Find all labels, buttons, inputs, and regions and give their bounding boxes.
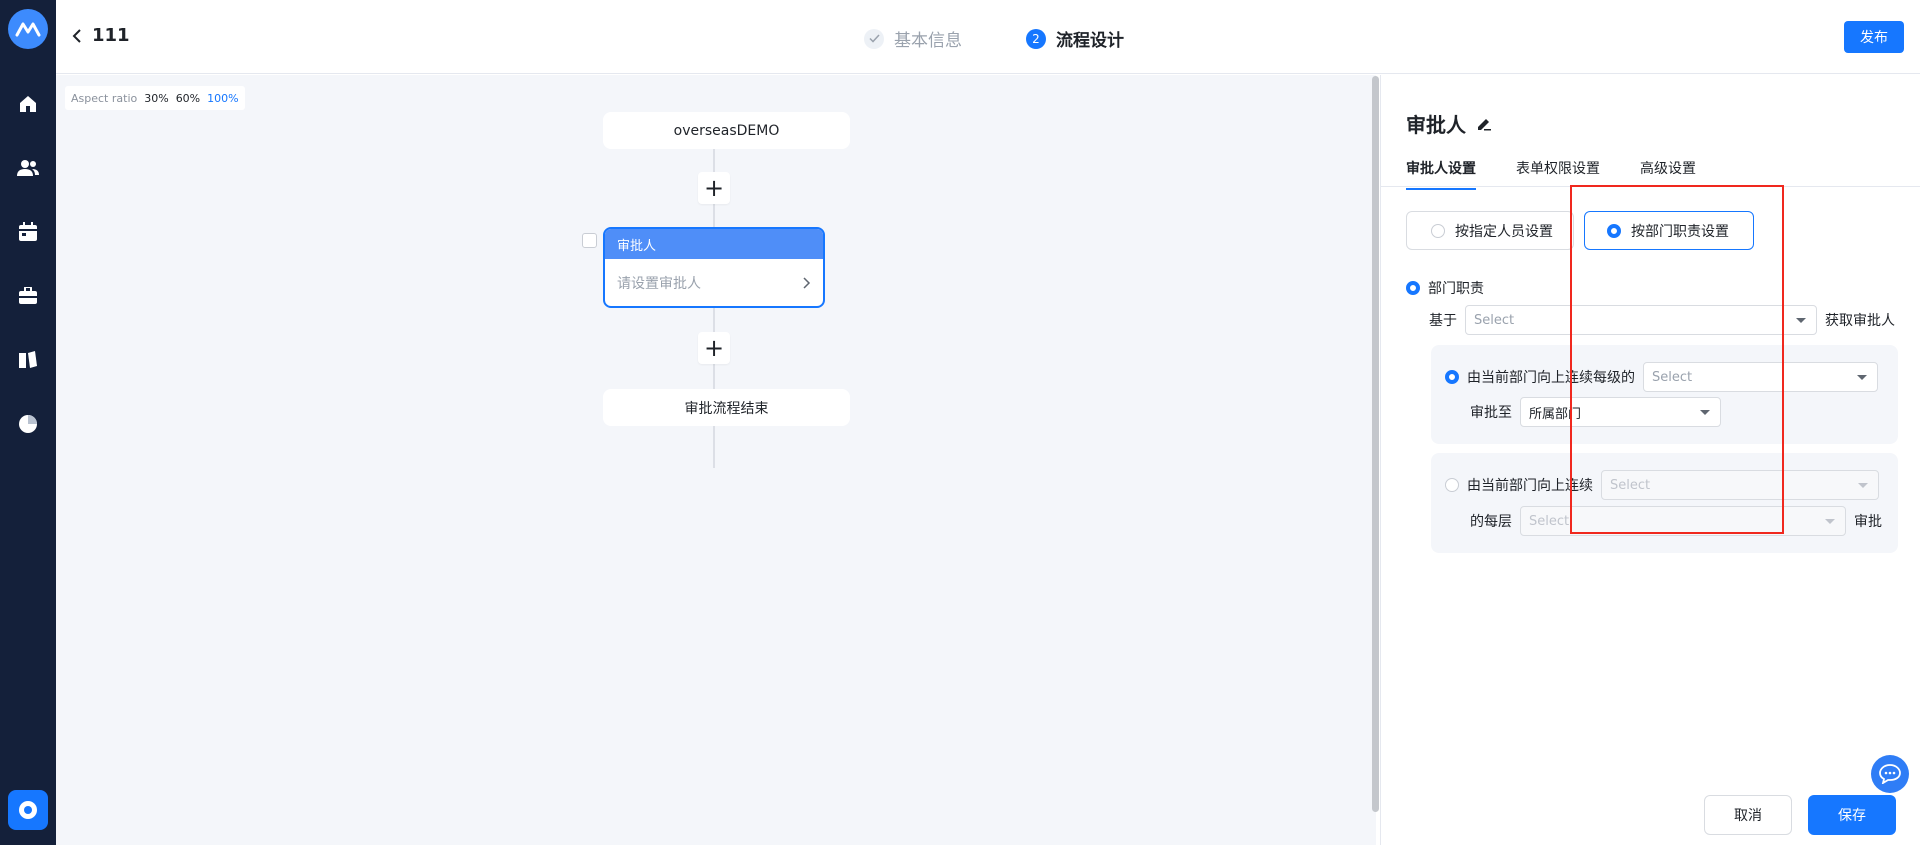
aspect-option-60[interactable]: 60% bbox=[176, 92, 200, 105]
dept-role-section[interactable]: 部门职责 bbox=[1406, 278, 1484, 298]
pie-chart-icon[interactable] bbox=[16, 412, 40, 436]
approve-to-row: 审批至 所属部门 bbox=[1470, 397, 1721, 427]
step-label: 流程设计 bbox=[1056, 31, 1124, 51]
caret-down-icon bbox=[1700, 410, 1710, 415]
start-node[interactable]: overseasDEMO bbox=[603, 112, 850, 149]
based-on-row: 基于 Select 获取审批人 bbox=[1429, 305, 1895, 335]
chevron-left-icon bbox=[72, 28, 81, 43]
select-placeholder: Select bbox=[1652, 369, 1693, 385]
select-placeholder: Select bbox=[1529, 513, 1570, 529]
mode-label: 按部门职责设置 bbox=[1631, 223, 1729, 240]
canvas-scrollbar[interactable] bbox=[1372, 76, 1379, 812]
option1-label: 由当前部门向上连续每级的 bbox=[1467, 370, 1635, 386]
each-layer-select[interactable]: Select bbox=[1520, 506, 1846, 536]
panel-title: 审批人 bbox=[1406, 109, 1492, 138]
approve-suffix: 审批 bbox=[1854, 514, 1882, 530]
node-checkbox[interactable] bbox=[582, 233, 597, 248]
option2-label: 由当前部门向上连续 bbox=[1467, 478, 1593, 494]
chat-icon bbox=[1879, 764, 1901, 784]
aspect-ratio-label: Aspect ratio bbox=[71, 91, 138, 105]
approver-node[interactable]: 审批人 请设置审批人 bbox=[603, 227, 825, 308]
tabs-divider bbox=[1381, 186, 1920, 187]
book-icon[interactable] bbox=[16, 348, 40, 372]
edit-icon[interactable] bbox=[1476, 116, 1492, 132]
cancel-button[interactable]: 取消 bbox=[1704, 795, 1792, 835]
step-basic-info[interactable]: 基本信息 bbox=[864, 26, 962, 51]
mode-by-department-role[interactable]: 按部门职责设置 bbox=[1584, 211, 1754, 250]
publish-button[interactable]: 发布 bbox=[1844, 21, 1904, 53]
radio-on-icon[interactable] bbox=[1445, 370, 1459, 384]
radio-on-icon bbox=[1406, 281, 1420, 295]
panel-title-text: 审批人 bbox=[1406, 113, 1466, 137]
users-icon[interactable] bbox=[16, 156, 40, 180]
option-card-each-layer: 由当前部门向上连续 Select 的每层 Select 审批 bbox=[1431, 453, 1898, 553]
approver-node-body: 请设置审批人 bbox=[605, 259, 823, 306]
step-number: 2 bbox=[1026, 28, 1046, 49]
target-icon bbox=[19, 801, 37, 819]
chevron-right-icon bbox=[803, 276, 811, 289]
approve-to-select[interactable]: 所属部门 bbox=[1520, 397, 1721, 427]
radio-on-icon bbox=[1607, 223, 1621, 238]
based-on-select[interactable]: Select bbox=[1465, 305, 1817, 335]
option1-level-select[interactable]: Select bbox=[1643, 362, 1878, 392]
approver-settings-panel: 审批人 审批人设置 表单权限设置 高级设置 按指定人员设置 按部门职责设置 部门… bbox=[1380, 75, 1920, 845]
step-label: 基本信息 bbox=[894, 31, 962, 51]
top-bar: 111 基本信息 2 流程设计 发布 bbox=[56, 0, 1920, 74]
based-on-label: 基于 bbox=[1429, 313, 1457, 329]
left-sidebar bbox=[0, 0, 56, 845]
add-node-button[interactable]: + bbox=[698, 332, 730, 364]
section-label: 部门职责 bbox=[1428, 281, 1484, 297]
caret-down-icon bbox=[1857, 375, 1867, 380]
get-approver-label: 获取审批人 bbox=[1825, 313, 1895, 329]
briefcase-icon[interactable] bbox=[16, 284, 40, 308]
mode-label: 按指定人员设置 bbox=[1455, 223, 1553, 240]
each-layer-row: 的每层 Select 审批 bbox=[1470, 506, 1882, 536]
app-logo[interactable] bbox=[8, 9, 48, 49]
mode-by-person[interactable]: 按指定人员设置 bbox=[1406, 211, 1574, 250]
home-icon[interactable] bbox=[16, 92, 40, 116]
each-layer-label: 的每层 bbox=[1470, 514, 1512, 530]
settings-button[interactable] bbox=[8, 790, 48, 830]
caret-down-icon bbox=[1796, 318, 1806, 323]
caret-down-icon bbox=[1825, 519, 1835, 524]
flow-canvas[interactable]: Aspect ratio 30% 60% 100% overseasDEMO +… bbox=[56, 75, 1376, 845]
calendar-icon[interactable] bbox=[16, 220, 40, 244]
aspect-option-100[interactable]: 100% bbox=[207, 92, 238, 105]
aspect-option-30[interactable]: 30% bbox=[144, 92, 168, 105]
add-node-button[interactable]: + bbox=[698, 172, 730, 204]
logo-icon bbox=[15, 22, 41, 37]
chat-support-button[interactable] bbox=[1871, 755, 1909, 793]
approver-node-placeholder: 请设置审批人 bbox=[617, 275, 701, 292]
page-title: 111 bbox=[92, 25, 130, 46]
radio-off-icon bbox=[1431, 223, 1445, 238]
select-placeholder: Select bbox=[1610, 477, 1651, 493]
option2-level-select[interactable]: Select bbox=[1601, 470, 1879, 500]
option1-row: 由当前部门向上连续每级的 Select bbox=[1445, 362, 1878, 392]
approver-node-title: 审批人 bbox=[605, 229, 823, 259]
end-node: 审批流程结束 bbox=[603, 389, 850, 426]
option2-row: 由当前部门向上连续 Select bbox=[1445, 470, 1879, 500]
radio-off-icon[interactable] bbox=[1445, 478, 1459, 492]
check-icon bbox=[864, 28, 884, 49]
caret-down-icon bbox=[1858, 483, 1868, 488]
option-card-each-level: 由当前部门向上连续每级的 Select 审批至 所属部门 bbox=[1431, 345, 1898, 444]
select-value: 所属部门 bbox=[1529, 406, 1582, 422]
select-placeholder: Select bbox=[1474, 312, 1515, 328]
approve-to-label: 审批至 bbox=[1470, 405, 1512, 421]
aspect-ratio-control: Aspect ratio 30% 60% 100% bbox=[65, 86, 245, 110]
back-button[interactable]: 111 bbox=[72, 25, 130, 46]
save-button[interactable]: 保存 bbox=[1808, 795, 1896, 835]
step-process-design[interactable]: 2 流程设计 bbox=[1026, 26, 1124, 51]
